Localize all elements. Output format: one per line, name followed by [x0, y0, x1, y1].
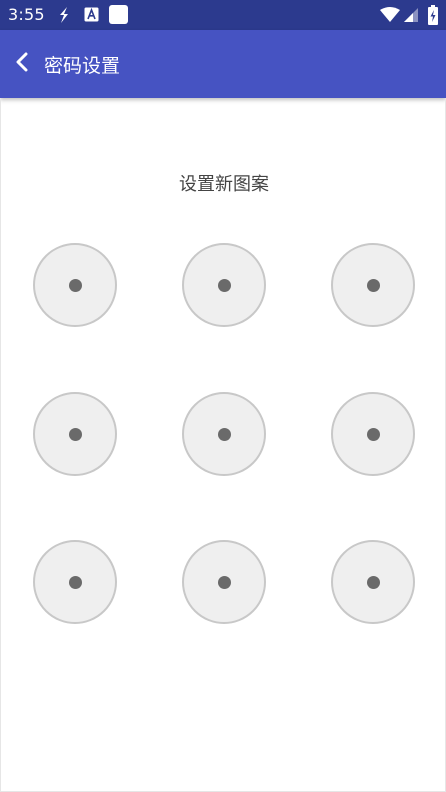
pattern-node-5[interactable] — [182, 392, 266, 476]
pattern-node-9[interactable] — [331, 540, 415, 624]
pattern-node-dot — [68, 427, 82, 441]
pattern-node-8[interactable] — [182, 540, 266, 624]
pattern-node-4[interactable] — [33, 392, 117, 476]
pattern-grid[interactable] — [1, 98, 446, 792]
square-app-icon — [109, 5, 128, 24]
wifi-icon — [380, 7, 400, 23]
pattern-node-2[interactable] — [182, 243, 266, 327]
pattern-node-dot — [68, 278, 82, 292]
back-button[interactable] — [8, 49, 36, 79]
pattern-lock-screen: 设置新图案 — [0, 98, 446, 792]
pattern-node-dot — [217, 575, 231, 589]
pattern-node-7[interactable] — [33, 540, 117, 624]
status-time: 3:55 — [8, 5, 45, 24]
pattern-node-dot — [366, 278, 380, 292]
pattern-node-dot — [217, 427, 231, 441]
page-title: 密码设置 — [44, 55, 121, 77]
s-app-icon — [57, 6, 71, 24]
pattern-node-1[interactable] — [33, 243, 117, 327]
pattern-node-6[interactable] — [331, 392, 415, 476]
chevron-left-icon — [15, 52, 29, 76]
signal-icon — [403, 7, 419, 23]
app-bar: 密码设置 — [0, 30, 446, 98]
pattern-node-dot — [366, 427, 380, 441]
battery-icon — [428, 5, 438, 25]
status-bar: 3:55 — [0, 0, 446, 30]
pattern-node-dot — [217, 278, 231, 292]
pattern-node-dot — [366, 575, 380, 589]
pattern-node-dot — [68, 575, 82, 589]
pattern-node-3[interactable] — [331, 243, 415, 327]
a-app-icon — [84, 7, 99, 22]
